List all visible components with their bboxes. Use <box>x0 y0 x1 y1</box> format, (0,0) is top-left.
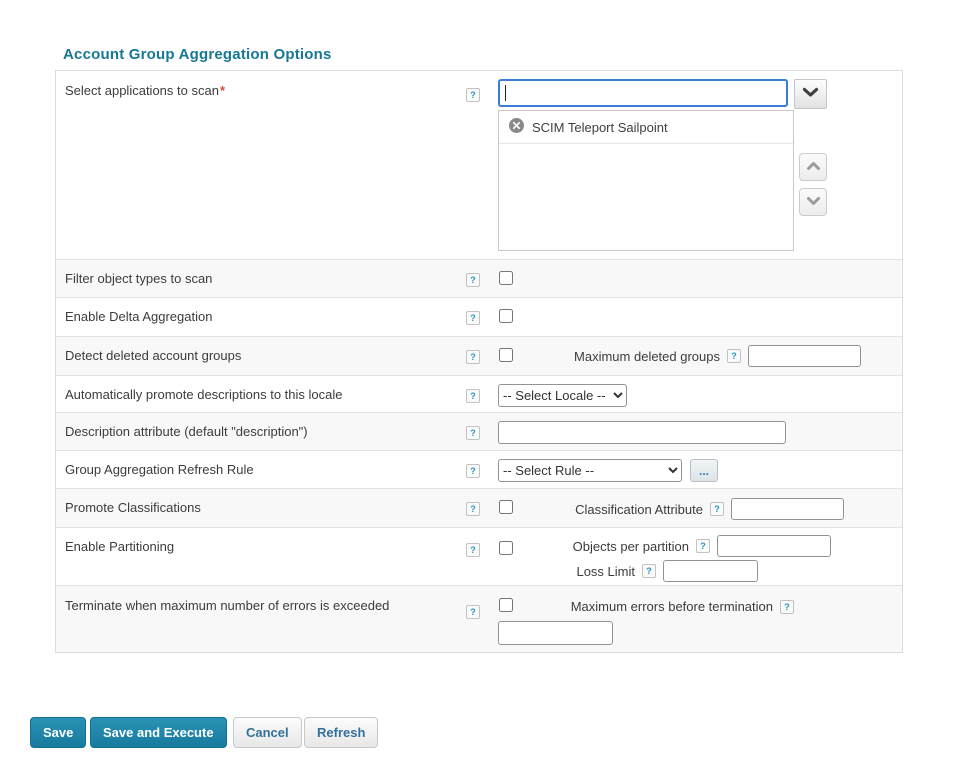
row-promote-descriptions-locale: Automatically promote descriptions to th… <box>56 375 902 412</box>
max-deleted-groups-group: Maximum deleted groups ? <box>574 345 861 367</box>
required-marker: * <box>220 83 225 98</box>
move-down-button[interactable] <box>799 188 827 216</box>
select-applications-label: Select applications to scan <box>65 83 219 98</box>
loss-limit-input[interactable] <box>663 560 758 582</box>
refresh-button[interactable]: Refresh <box>304 717 378 748</box>
help-icon[interactable]: ? <box>466 389 480 403</box>
objects-per-partition-label: Objects per partition <box>573 539 689 554</box>
filter-object-types-checkbox[interactable] <box>499 271 513 285</box>
applications-combobox-input[interactable] <box>500 81 786 105</box>
remove-icon[interactable] <box>509 118 524 136</box>
detect-deleted-checkbox[interactable] <box>499 348 513 362</box>
help-icon[interactable]: ? <box>466 426 480 440</box>
enable-delta-label: Enable Delta Aggregation <box>65 309 212 324</box>
objects-per-partition-group: Objects per partition ? <box>573 535 831 557</box>
help-icon[interactable]: ? <box>466 88 480 102</box>
enable-partitioning-checkbox[interactable] <box>499 541 513 555</box>
row-enable-delta-aggregation: Enable Delta Aggregation ? <box>56 297 902 336</box>
row-refresh-rule: Group Aggregation Refresh Rule ? -- Sele… <box>56 450 902 488</box>
help-icon[interactable]: ? <box>466 605 480 619</box>
chevron-down-icon <box>802 85 819 103</box>
row-label: Select applications to scan* <box>65 83 225 98</box>
locale-select[interactable]: -- Select Locale -- <box>498 384 627 407</box>
account-group-aggregation-page: Account Group Aggregation Options Select… <box>0 0 953 772</box>
row-enable-partitioning: Enable Partitioning ? Objects per partit… <box>56 527 902 585</box>
applications-combobox <box>498 79 788 107</box>
terminate-on-errors-checkbox[interactable] <box>499 598 513 612</box>
browse-rule-button[interactable]: ... <box>690 459 718 482</box>
row-select-applications: Select applications to scan* ? SCIM Tele… <box>56 71 902 259</box>
selected-applications-panel: SCIM Teleport Sailpoint <box>498 110 794 251</box>
row-detect-deleted-groups: Detect deleted account groups ? Maximum … <box>56 336 902 375</box>
refresh-rule-label: Group Aggregation Refresh Rule <box>65 462 254 477</box>
selected-application-name: SCIM Teleport Sailpoint <box>532 120 668 135</box>
classification-attribute-input[interactable] <box>731 498 844 520</box>
enable-partitioning-label: Enable Partitioning <box>65 539 174 554</box>
row-promote-classifications: Promote Classifications ? Classification… <box>56 488 902 527</box>
objects-per-partition-input[interactable] <box>717 535 831 557</box>
cancel-button[interactable]: Cancel <box>233 717 302 748</box>
chevron-down-icon <box>806 193 821 211</box>
help-icon[interactable]: ? <box>466 543 480 557</box>
help-icon[interactable]: ? <box>466 502 480 516</box>
save-and-execute-button[interactable]: Save and Execute <box>90 717 227 748</box>
max-errors-group: Maximum errors before termination ? <box>571 599 794 614</box>
promote-descriptions-label: Automatically promote descriptions to th… <box>65 387 342 402</box>
max-errors-label: Maximum errors before termination <box>571 599 773 614</box>
help-icon[interactable]: ? <box>727 349 741 363</box>
help-icon[interactable]: ? <box>466 311 480 325</box>
help-icon[interactable]: ? <box>466 464 480 478</box>
help-icon[interactable]: ? <box>710 502 724 516</box>
form-table: Select applications to scan* ? SCIM Tele… <box>55 70 903 653</box>
row-description-attribute: Description attribute (default "descript… <box>56 412 902 450</box>
description-attribute-label: Description attribute (default "descript… <box>65 424 308 439</box>
loss-limit-label: Loss Limit <box>576 564 635 579</box>
terminate-on-errors-label: Terminate when maximum number of errors … <box>65 598 389 613</box>
loss-limit-group: Loss Limit ? <box>576 560 758 582</box>
detect-deleted-label: Detect deleted account groups <box>65 348 241 363</box>
page-title: Account Group Aggregation Options <box>63 46 332 63</box>
help-icon[interactable]: ? <box>466 273 480 287</box>
help-icon[interactable]: ? <box>642 564 656 578</box>
help-icon[interactable]: ? <box>696 539 710 553</box>
enable-delta-checkbox[interactable] <box>499 309 513 323</box>
row-filter-object-types: Filter object types to scan ? <box>56 259 902 297</box>
promote-classifications-checkbox[interactable] <box>499 500 513 514</box>
chevron-up-icon <box>806 158 821 176</box>
combobox-dropdown-button[interactable] <box>794 79 827 109</box>
max-deleted-groups-input[interactable] <box>748 345 861 367</box>
refresh-rule-select[interactable]: -- Select Rule -- <box>498 459 682 482</box>
move-up-button[interactable] <box>799 153 827 181</box>
filter-object-types-label: Filter object types to scan <box>65 271 212 286</box>
promote-classifications-label: Promote Classifications <box>65 500 201 515</box>
classification-attribute-label: Classification Attribute <box>575 502 703 517</box>
help-icon[interactable]: ? <box>466 350 480 364</box>
save-button[interactable]: Save <box>30 717 86 748</box>
row-terminate-on-errors: Terminate when maximum number of errors … <box>56 585 902 652</box>
selected-application-item[interactable]: SCIM Teleport Sailpoint <box>499 111 793 144</box>
classification-attribute-group: Classification Attribute ? <box>575 498 844 520</box>
description-attribute-input[interactable] <box>498 421 786 444</box>
help-icon[interactable]: ? <box>780 600 794 614</box>
max-deleted-groups-label: Maximum deleted groups <box>574 349 720 364</box>
max-errors-input[interactable] <box>498 621 613 645</box>
